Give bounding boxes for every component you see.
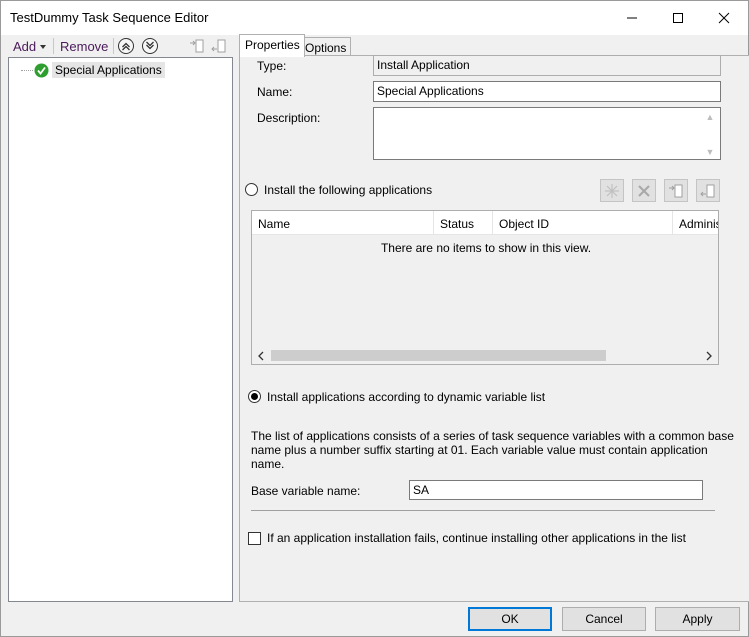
- tree-connector: [21, 69, 33, 71]
- dynamic-variable-radio[interactable]: [248, 390, 261, 403]
- move-down-icon: [700, 184, 715, 197]
- list-header: Name Status Object ID Administ: [252, 211, 718, 235]
- move-up-icon: [669, 184, 683, 197]
- column-header-object-id[interactable]: Object ID: [493, 211, 673, 235]
- name-field[interactable]: Special Applications: [373, 81, 721, 102]
- scroll-up-icon[interactable]: ▲: [704, 112, 716, 122]
- window-title: TestDummy Task Sequence Editor: [10, 10, 209, 25]
- type-label: Type:: [257, 59, 287, 73]
- divider: [251, 510, 715, 511]
- column-header-name[interactable]: Name: [252, 211, 434, 235]
- cancel-button[interactable]: Cancel: [562, 607, 646, 631]
- check-circle-icon: [34, 63, 49, 77]
- column-header-status[interactable]: Status: [434, 211, 493, 235]
- scrollbar-thumb[interactable]: [271, 350, 606, 361]
- base-variable-input[interactable]: SA: [409, 480, 703, 500]
- tab-properties[interactable]: Properties: [239, 34, 305, 57]
- scroll-left-icon[interactable]: [257, 351, 265, 361]
- delete-application-button[interactable]: [632, 179, 656, 202]
- dynamic-list-description: The list of applications consists of a s…: [251, 429, 734, 471]
- name-label: Name:: [257, 85, 293, 99]
- apply-button[interactable]: Apply: [655, 607, 740, 631]
- task-sequence-tree[interactable]: Special Applications: [8, 57, 233, 602]
- move-down-icon[interactable]: [141, 37, 159, 55]
- scroll-right-icon[interactable]: [705, 351, 713, 361]
- minimize-icon: [627, 17, 637, 18]
- close-button[interactable]: [701, 1, 747, 34]
- minimize-button[interactable]: [609, 1, 655, 34]
- title-bar: TestDummy Task Sequence Editor: [1, 1, 748, 35]
- type-field: Install Application: [373, 55, 721, 76]
- toolbar-divider: [53, 38, 54, 54]
- ok-button[interactable]: OK: [468, 607, 552, 631]
- new-application-button[interactable]: [600, 179, 624, 202]
- indent-icon[interactable]: [188, 37, 206, 55]
- column-header-administ[interactable]: Administ: [673, 211, 718, 235]
- continue-on-fail-checkbox[interactable]: [248, 532, 261, 545]
- tree-toolbar: Add Remove: [7, 35, 233, 57]
- horizontal-scrollbar[interactable]: [252, 347, 718, 364]
- scroll-down-icon[interactable]: ▼: [704, 147, 716, 157]
- move-up-icon[interactable]: [117, 37, 135, 55]
- add-dropdown-caret-icon[interactable]: [40, 45, 46, 49]
- install-following-radio[interactable]: [245, 183, 258, 196]
- move-app-up-button[interactable]: [664, 179, 688, 202]
- add-button[interactable]: Add: [13, 39, 36, 54]
- description-label: Description:: [257, 111, 321, 125]
- outdent-icon[interactable]: [210, 37, 228, 55]
- applications-list[interactable]: Name Status Object ID Administ There are…: [251, 210, 719, 365]
- tree-item-label: Special Applications: [52, 62, 165, 78]
- move-app-down-button[interactable]: [696, 179, 720, 202]
- close-icon: [718, 12, 730, 23]
- task-sequence-editor-window: TestDummy Task Sequence Editor Add Remov…: [0, 0, 749, 637]
- radio-selected-dot: [251, 393, 258, 400]
- description-field[interactable]: [373, 107, 721, 160]
- install-following-label[interactable]: Install the following applications: [264, 183, 432, 197]
- maximize-button[interactable]: [655, 1, 701, 34]
- remove-button[interactable]: Remove: [60, 39, 108, 54]
- toolbar-divider: [113, 38, 114, 54]
- empty-list-message: There are no items to show in this view.: [380, 241, 592, 255]
- star-icon: [605, 183, 619, 198]
- tree-item-special-applications[interactable]: Special Applications: [21, 61, 165, 79]
- tab-options[interactable]: Options: [299, 37, 352, 56]
- delete-icon: [638, 184, 650, 197]
- dynamic-variable-label[interactable]: Install applications according to dynami…: [267, 390, 545, 404]
- base-variable-label: Base variable name:: [251, 484, 361, 498]
- continue-on-fail-label[interactable]: If an application installation fails, co…: [267, 531, 686, 545]
- maximize-icon: [673, 12, 683, 23]
